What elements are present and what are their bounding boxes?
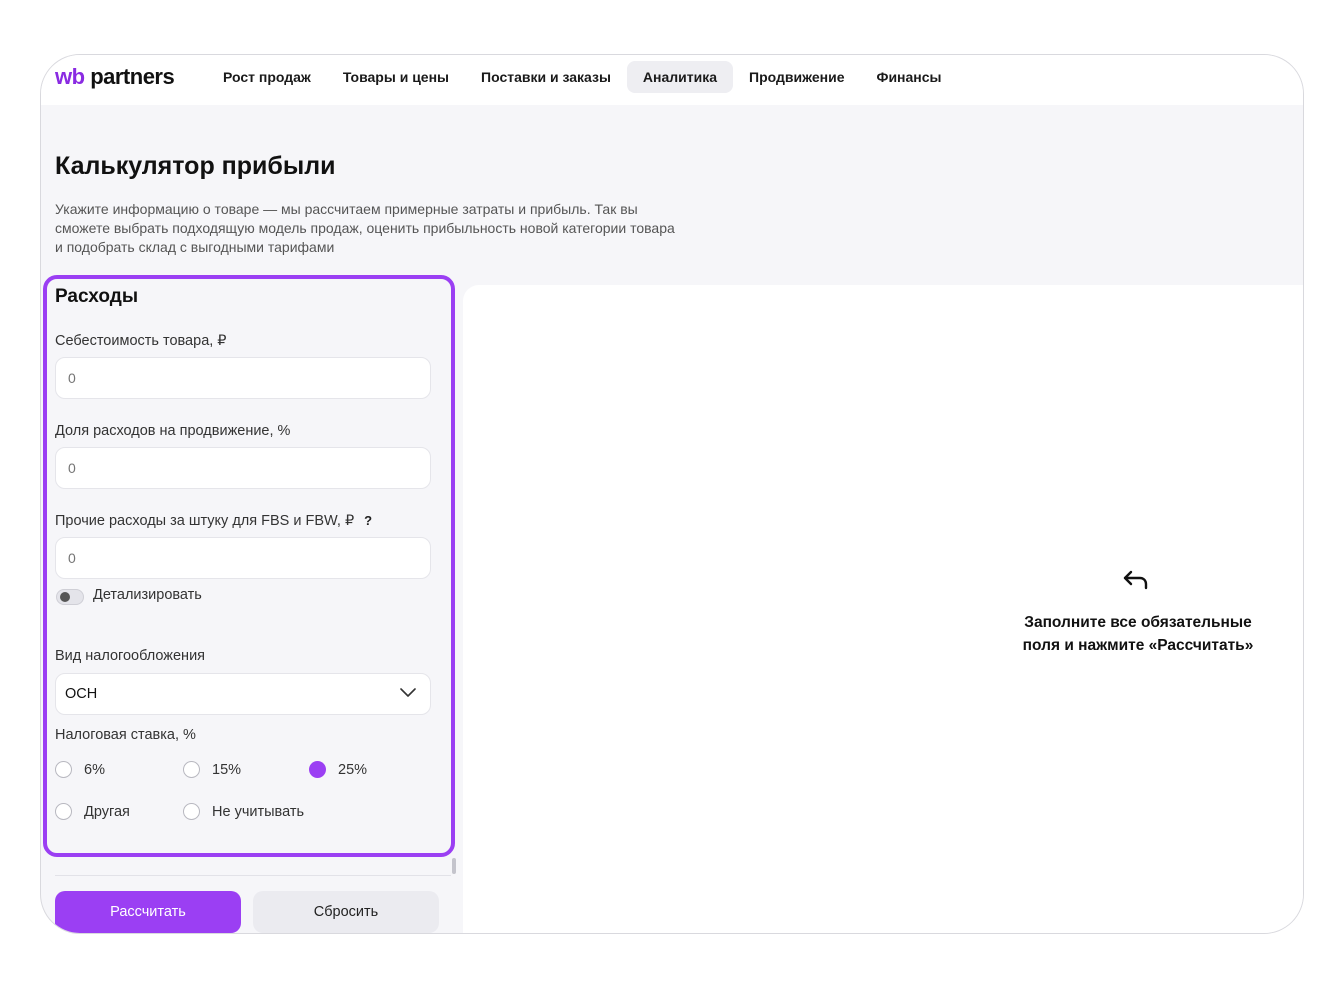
radio-label: 15% [212,761,242,778]
return-arrow-icon [1123,570,1148,590]
scrollbar[interactable] [452,858,456,874]
radio-25[interactable]: 25% [309,761,367,778]
radio-6[interactable]: 6% [55,761,183,778]
toggle-knob [60,592,70,602]
page-description: Укажите информацию о товаре — мы рассчит… [55,201,675,255]
reset-button[interactable]: Сбросить [253,891,439,933]
expenses-section-title: Расходы [55,286,139,307]
radio-circle [183,761,200,778]
radio-label: 25% [338,761,368,778]
radio-circle-selected [309,761,326,778]
radio-ignore[interactable]: Не учитывать [183,803,304,820]
app-window: wb partners Рост продаж Товары и цены По… [40,54,1304,934]
main-nav: Рост продаж Товары и цены Поставки и зак… [207,61,958,93]
radio-circle [183,803,200,820]
promo-share-input[interactable] [55,447,431,489]
radio-circle [55,761,72,778]
nav-item-supplies-orders[interactable]: Поставки и заказы [465,61,627,93]
tax-rate-row-1: 6% 15% 25% [55,761,367,778]
other-expenses-label-text: Прочие расходы за штуку для FBS и FBW, ₽ [55,513,355,529]
tax-type-value: ОСН [65,686,98,702]
nav-item-finance[interactable]: Финансы [861,61,958,93]
other-expenses-label: Прочие расходы за штуку для FBS и FBW, ₽… [55,513,372,529]
help-icon[interactable]: ? [364,513,372,528]
calculate-button[interactable]: Рассчитать [55,891,241,933]
radio-label: Не учитывать [212,803,305,820]
detail-toggle[interactable] [56,589,84,605]
nav-item-promotion[interactable]: Продвижение [733,61,860,93]
radio-other[interactable]: Другая [55,803,183,820]
nav-item-analytics[interactable]: Аналитика [626,61,734,93]
nav-item-sales-growth[interactable]: Рост продаж [207,61,327,93]
radio-label: 6% [84,761,105,778]
radio-label: Другая [84,803,130,820]
chevron-down-icon [400,688,416,697]
top-navigation-bar: wb partners Рост продаж Товары и цены По… [41,55,1303,105]
divider [55,875,451,876]
tax-type-label: Вид налогообложения [55,648,206,664]
result-panel: Заполните все обязательные поля и нажмит… [463,285,1303,933]
expenses-form: Расходы Себестоимость товара, ₽ Доля рас… [41,273,457,874]
tax-rate-row-2: Другая Не учитывать [55,803,304,820]
page-title: Калькулятор прибыли [55,152,336,180]
empty-state-hint: Заполните все обязательные поля и нажмит… [1022,614,1254,654]
radio-circle [55,803,72,820]
detail-toggle-label: Детализировать [93,587,202,603]
logo-partners: partners [90,64,175,89]
nav-item-products-prices[interactable]: Товары и цены [327,61,465,93]
logo-wb: wb [55,64,85,89]
cost-label: Себестоимость товара, ₽ [55,333,227,349]
cost-input[interactable] [55,357,431,399]
wb-partners-logo[interactable]: wb partners [55,64,175,90]
tax-rate-label: Налоговая ставка, % [55,727,196,743]
radio-15[interactable]: 15% [183,761,309,778]
tax-type-select[interactable]: ОСН [55,673,431,715]
promo-share-label: Доля расходов на продвижение, % [55,423,291,439]
other-expenses-input[interactable] [55,537,431,579]
